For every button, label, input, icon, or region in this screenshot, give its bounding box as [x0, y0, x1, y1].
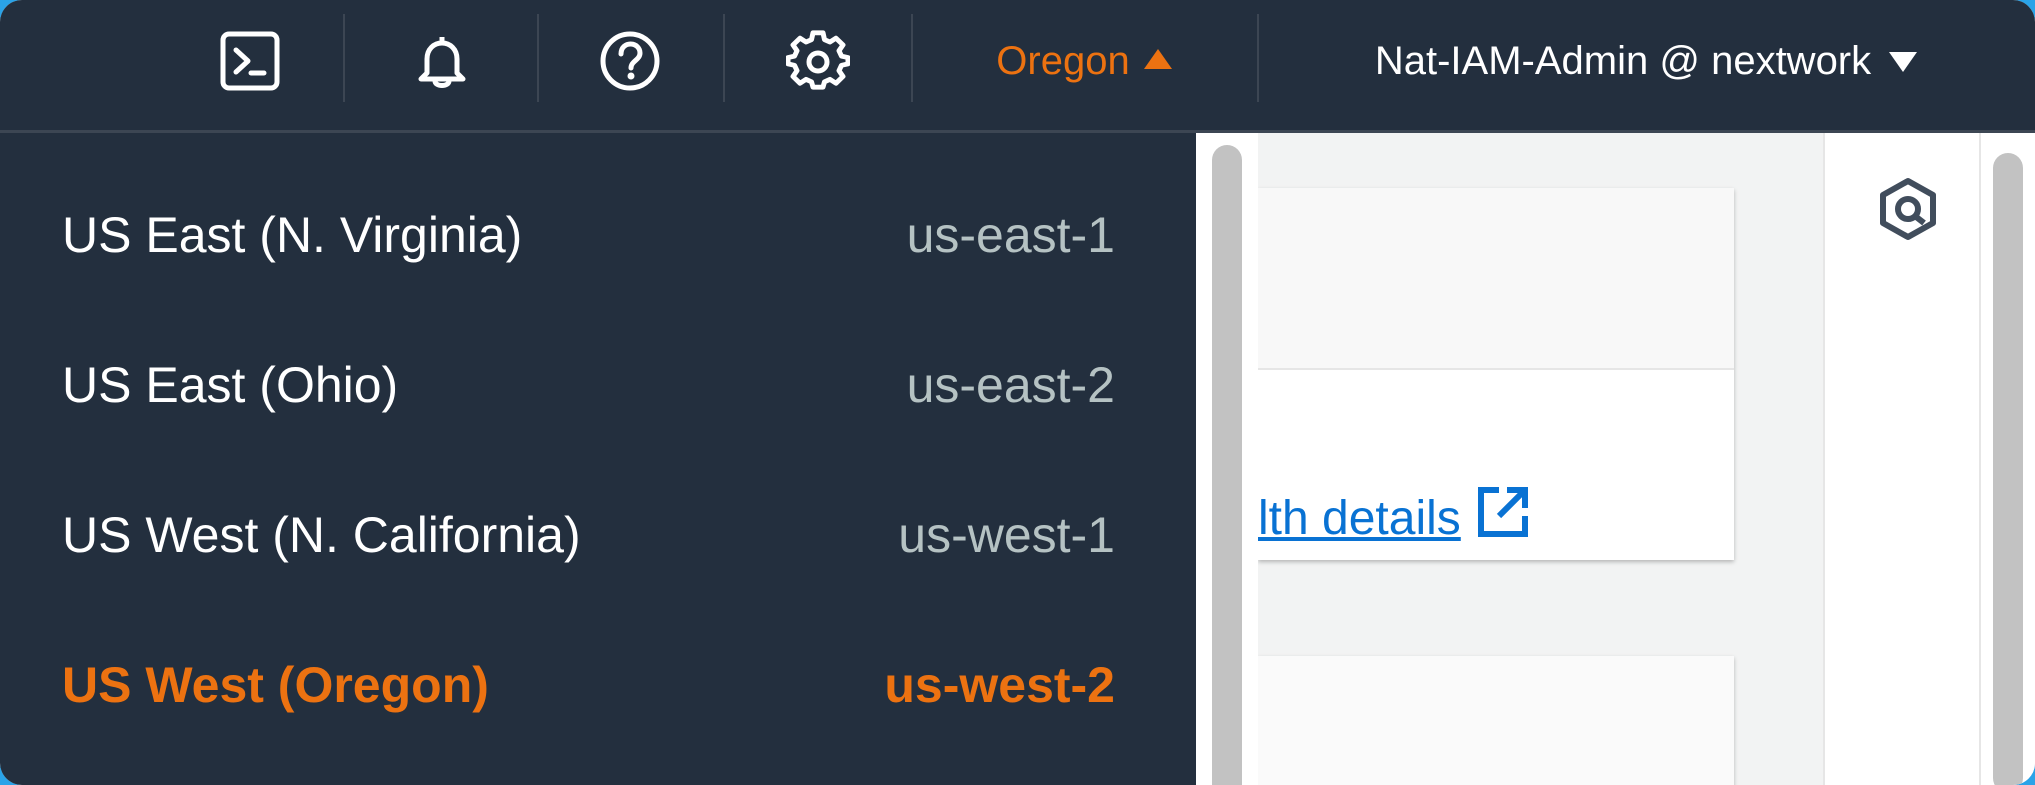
- caret-down-icon: [1889, 52, 1918, 72]
- console-window: Oregon Nat-IAM-Admin @ nextwork lth deta…: [0, 0, 2035, 785]
- bell-icon: [410, 29, 474, 93]
- nav-divider: [911, 14, 913, 102]
- page-scrollbar[interactable]: [1979, 133, 2035, 785]
- top-navigation-bar: Oregon Nat-IAM-Admin @ nextwork: [0, 0, 2035, 133]
- settings-button[interactable]: [780, 0, 856, 122]
- health-card: lth details: [1258, 188, 1734, 560]
- main-content: lth details: [1258, 133, 1823, 785]
- region-option-code: us-west-1: [898, 507, 1115, 563]
- external-link-icon: [1475, 484, 1531, 552]
- region-option-name: US West (Oregon): [62, 657, 489, 713]
- region-option-code: us-east-2: [906, 357, 1115, 413]
- region-selector-label: Oregon: [996, 38, 1130, 83]
- region-option[interactable]: US East (Ohio) us-east-2: [0, 330, 1196, 440]
- region-option-name: US East (Ohio): [62, 357, 399, 413]
- region-option-selected[interactable]: US West (Oregon) us-west-2: [0, 630, 1196, 740]
- account-menu[interactable]: Nat-IAM-Admin @ nextwork: [1316, 0, 1976, 122]
- secondary-card: [1258, 656, 1734, 785]
- help-button[interactable]: [592, 0, 668, 122]
- nav-divider: [343, 14, 345, 102]
- cloudshell-icon: [219, 30, 281, 92]
- dropdown-scrollbar-thumb[interactable]: [1212, 145, 1242, 785]
- nav-divider: [537, 14, 539, 102]
- region-dropdown: US East (N. Virginia) us-east-1 US East …: [0, 133, 1196, 785]
- region-option[interactable]: US East (N. Virginia) us-east-1: [0, 180, 1196, 290]
- region-option-name: US East (N. Virginia): [62, 207, 523, 263]
- account-label: Nat-IAM-Admin @ nextwork: [1374, 38, 1872, 83]
- hexagon-search-icon[interactable]: [1879, 177, 1937, 246]
- caret-up-icon: [1143, 49, 1172, 69]
- region-option[interactable]: US West (N. California) us-west-1: [0, 480, 1196, 590]
- gear-icon: [786, 29, 850, 93]
- tools-panel: [1823, 133, 1981, 785]
- cloudshell-button[interactable]: [212, 0, 288, 122]
- help-icon: [598, 29, 662, 93]
- region-option-name: US West (N. California): [62, 507, 581, 563]
- nav-divider: [1257, 14, 1259, 102]
- health-details-link-text: lth details: [1258, 491, 1461, 545]
- nav-divider: [723, 14, 725, 102]
- region-option-code: us-east-1: [906, 207, 1115, 263]
- page-scrollbar-thumb[interactable]: [1993, 153, 2023, 785]
- card-header: [1258, 188, 1734, 370]
- region-option-code: us-west-2: [884, 657, 1115, 713]
- notifications-button[interactable]: [404, 0, 480, 122]
- health-details-link[interactable]: lth details: [1258, 484, 1531, 552]
- dropdown-scrollbar[interactable]: [1196, 133, 1258, 785]
- region-selector[interactable]: Oregon: [968, 0, 1200, 122]
